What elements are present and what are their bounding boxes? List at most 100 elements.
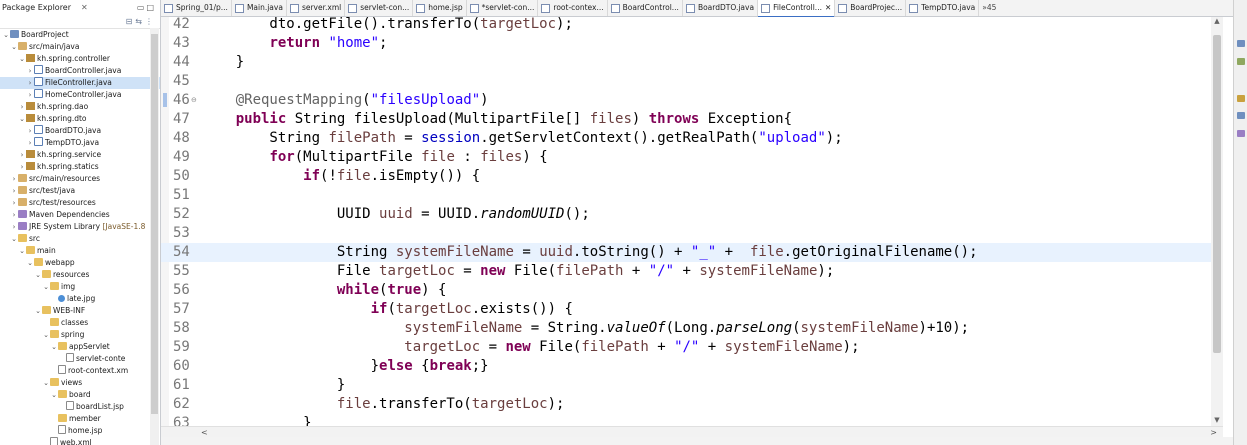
editor-tab[interactable]: FileControll... ✕ [758, 0, 836, 18]
collapse-chevron-icon[interactable]: › [26, 89, 34, 101]
tree-item[interactable]: › BoardController.java [0, 65, 160, 77]
collapse-chevron-icon[interactable]: › [26, 125, 34, 137]
tree-item[interactable]: member [0, 413, 160, 425]
tree-item[interactable]: › JRE System Library [JavaSE-1.8 [0, 221, 160, 233]
code-line[interactable]: 46 ⊖ @RequestMapping("filesUpload") [161, 91, 1211, 110]
scroll-up-icon[interactable]: ▲ [1211, 17, 1223, 27]
editor-tab[interactable]: server.xml [287, 0, 346, 16]
tree-item[interactable]: › BoardDTO.java [0, 125, 160, 137]
code-line[interactable]: 49 for(MultipartFile file : files) { [161, 148, 1211, 167]
expand-chevron-icon[interactable]: ⌄ [26, 257, 34, 269]
editor-tab[interactable]: *servlet-con... [467, 0, 539, 16]
tree-item[interactable]: › src/main/resources [0, 173, 160, 185]
collapse-chevron-icon[interactable]: › [26, 137, 34, 149]
console-icon[interactable] [1237, 112, 1245, 119]
collapse-chevron-icon[interactable]: › [18, 161, 26, 173]
expand-chevron-icon[interactable]: ⌄ [10, 233, 18, 245]
editor-tab[interactable]: TempDTO.java [906, 0, 980, 16]
servers-icon[interactable] [1237, 130, 1245, 137]
fold-toggle-icon[interactable]: ⊖ [191, 91, 197, 110]
collapse-chevron-icon[interactable]: › [26, 65, 34, 77]
tree-item[interactable]: › kh.spring.statics [0, 161, 160, 173]
tree-item[interactable]: › Maven Dependencies [0, 209, 160, 221]
view-menu-icon[interactable]: ⋮ [145, 17, 156, 26]
outline-icon[interactable] [1237, 40, 1245, 47]
tree-item[interactable]: home.jsp [0, 425, 160, 437]
collapse-all-icon[interactable]: ⊟ [126, 17, 136, 26]
code-line[interactable]: 45 [161, 72, 1211, 91]
tree-item[interactable]: ⌄ views [0, 377, 160, 389]
expand-chevron-icon[interactable]: ⌄ [42, 377, 50, 389]
expand-chevron-icon[interactable]: ⌄ [50, 389, 58, 401]
editor-vertical-scrollbar[interactable]: ▲ ▼ [1211, 17, 1223, 426]
tree-item[interactable]: ⌄ board [0, 389, 160, 401]
tree-item[interactable]: ⌄ BoardProject [0, 29, 160, 41]
code-line[interactable]: 55 File targetLoc = new File(filePath + … [161, 262, 1211, 281]
scroll-down-icon[interactable]: ▼ [1211, 416, 1223, 426]
tree-item[interactable]: ⌄ kh.spring.controller [0, 53, 160, 65]
code-line[interactable]: 51 [161, 186, 1211, 205]
tree-item[interactable]: › kh.spring.service [0, 149, 160, 161]
tree-item[interactable]: ⌄ img [0, 281, 160, 293]
code-line[interactable]: 61 } [161, 376, 1211, 395]
maximize-icon[interactable]: □ [146, 3, 156, 12]
code-line[interactable]: 52 UUID uuid = UUID.randomUUID(); [161, 205, 1211, 224]
package-explorer-tab[interactable]: Package Explorer ✕ ▭□ [0, 0, 160, 14]
tree-item[interactable]: › HomeController.java [0, 89, 160, 101]
collapse-chevron-icon[interactable]: › [10, 197, 18, 209]
tree-item[interactable]: ⌄ WEB-INF [0, 305, 160, 317]
tree-item[interactable]: › kh.spring.dao [0, 101, 160, 113]
code-line[interactable]: 60 }else {break;} [161, 357, 1211, 376]
minimize-icon[interactable]: ▭ [137, 3, 147, 12]
tree-item[interactable]: classes [0, 317, 160, 329]
close-icon[interactable]: ✕ [81, 3, 88, 12]
tree-item[interactable]: › src/test/resources [0, 197, 160, 209]
code-editor[interactable]: 42 dto.getFile().transferTo(targetLoc); 4… [161, 17, 1211, 426]
code-line[interactable]: 42 dto.getFile().transferTo(targetLoc); [161, 17, 1211, 34]
collapse-chevron-icon[interactable]: › [10, 209, 18, 221]
expand-chevron-icon[interactable]: ⌄ [50, 341, 58, 353]
expand-chevron-icon[interactable]: ⌄ [10, 41, 18, 53]
editor-tab[interactable]: root-contex... [538, 0, 608, 16]
task-list-icon[interactable] [1237, 58, 1245, 65]
explorer-scrollbar[interactable] [150, 28, 159, 445]
collapse-chevron-icon[interactable]: › [18, 101, 26, 113]
tree-item[interactable]: › FileController.java [0, 77, 160, 89]
tree-item[interactable]: ⌄ spring [0, 329, 160, 341]
tree-item[interactable]: late.jpg [0, 293, 160, 305]
expand-chevron-icon[interactable]: ⌄ [18, 53, 26, 65]
editor-tab[interactable]: BoardProjec... [835, 0, 907, 16]
tree-item[interactable]: boardList.jsp [0, 401, 160, 413]
tree-item[interactable]: ⌄ resources [0, 269, 160, 281]
link-with-editor-icon[interactable]: ⇆ [135, 17, 145, 26]
code-line[interactable]: 57 if(targetLoc.exists()) { [161, 300, 1211, 319]
tree-item[interactable]: web.xml [0, 437, 160, 445]
tab-overflow-button[interactable]: »45 [979, 0, 999, 16]
collapse-chevron-icon[interactable]: › [10, 185, 18, 197]
collapse-chevron-icon[interactable]: › [26, 77, 34, 89]
editor-tab[interactable]: home.jsp [413, 0, 467, 16]
code-line[interactable]: 58 systemFileName = String.valueOf(Long.… [161, 319, 1211, 338]
collapse-chevron-icon[interactable]: › [10, 221, 18, 233]
expand-chevron-icon[interactable]: ⌄ [42, 329, 50, 341]
tree-item[interactable]: servlet-conte [0, 353, 160, 365]
problems-icon[interactable] [1237, 95, 1245, 102]
expand-chevron-icon[interactable]: ⌄ [2, 29, 10, 41]
tree-item[interactable]: ⌄ kh.spring.dto [0, 113, 160, 125]
editor-tab[interactable]: Spring_01/p... [161, 0, 232, 16]
code-line[interactable]: 54 String systemFileName = uuid.toString… [161, 243, 1211, 262]
tree-item[interactable]: ⌄ src [0, 233, 160, 245]
expand-chevron-icon[interactable]: ⌄ [18, 245, 26, 257]
tree-item[interactable]: ⌄ main [0, 245, 160, 257]
tree-item[interactable]: ⌄ webapp [0, 257, 160, 269]
expand-chevron-icon[interactable]: ⌄ [34, 305, 42, 317]
code-line[interactable]: 50 if(!file.isEmpty()) { [161, 167, 1211, 186]
editor-tab[interactable]: servlet-con... [345, 0, 414, 16]
code-line[interactable]: 59 targetLoc = new File(filePath + "/" +… [161, 338, 1211, 357]
close-tab-icon[interactable]: ✕ [825, 0, 831, 16]
code-line[interactable]: 53 [161, 224, 1211, 243]
editor-tab[interactable]: BoardDTO.java [683, 0, 759, 16]
tree-item[interactable]: root-context.xm [0, 365, 160, 377]
code-line[interactable]: 48 String filePath = session.getServletC… [161, 129, 1211, 148]
tree-item[interactable]: › TempDTO.java [0, 137, 160, 149]
